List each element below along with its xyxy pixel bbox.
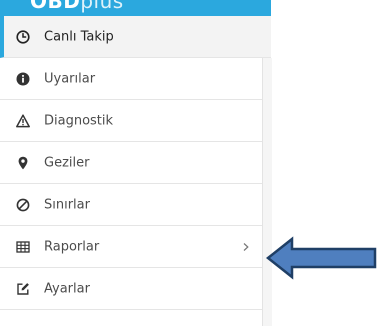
map-marker-icon bbox=[18, 156, 28, 169]
sidebar-item-label: Canlı Takip bbox=[44, 29, 114, 44]
sidebar-item-sinirlar[interactable]: Sınırlar bbox=[0, 184, 262, 226]
sidebar-item-geziler[interactable]: Geziler bbox=[0, 142, 262, 184]
brand-logo[interactable]: OBDplus bbox=[30, 0, 124, 13]
sidebar-item-label: Sınırlar bbox=[44, 197, 90, 212]
warning-triangle-icon bbox=[16, 113, 30, 127]
sidebar-item-label: Uyarılar bbox=[44, 71, 96, 86]
sidebar-item-uyarilar[interactable]: Uyarılar bbox=[0, 58, 262, 100]
chevron-right-icon[interactable] bbox=[242, 242, 250, 252]
sidebar-menu: Canlı Takip Uyarılar Diagnostik Geziler bbox=[0, 16, 271, 326]
brand-header: OBDplus bbox=[0, 0, 271, 16]
edit-icon bbox=[17, 282, 29, 295]
sidebar-item-label: Ayarlar bbox=[44, 281, 90, 296]
sidebar-item-label: Raporlar bbox=[44, 239, 100, 254]
info-circle-icon bbox=[16, 72, 30, 85]
annotation-arrow-left bbox=[266, 236, 377, 280]
clock-icon bbox=[16, 29, 30, 44]
table-icon bbox=[16, 240, 30, 253]
sidebar-item-raporlar[interactable]: Raporlar bbox=[0, 226, 262, 268]
sidebar-item-ayarlar[interactable]: Ayarlar bbox=[0, 268, 262, 310]
sidebar-scrollbar[interactable] bbox=[262, 58, 272, 326]
sidebar-item-label: Diagnostik bbox=[44, 113, 114, 128]
sidebar-item-label: Geziler bbox=[44, 155, 90, 170]
sidebar-item-diagnostik[interactable]: Diagnostik bbox=[0, 100, 262, 142]
sidebar-item-canli-takip[interactable]: Canlı Takip bbox=[0, 16, 271, 58]
ban-icon bbox=[16, 198, 30, 211]
